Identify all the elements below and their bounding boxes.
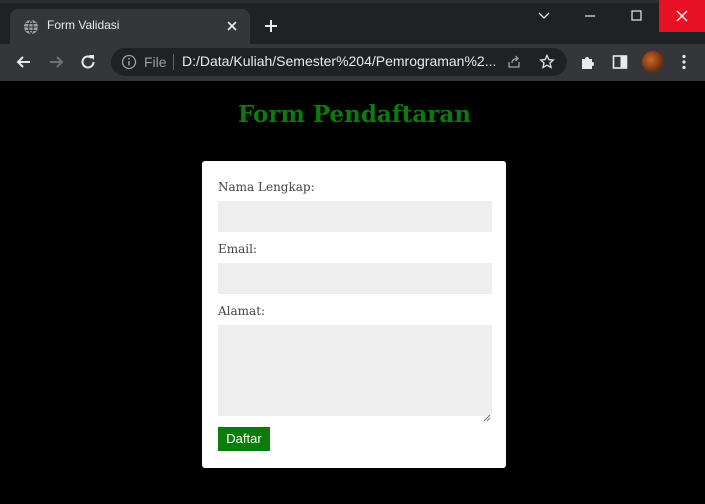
- share-icon[interactable]: [506, 54, 522, 70]
- full-name-input[interactable]: [218, 201, 492, 232]
- url-text[interactable]: D:/Data/Kuliah/Semester%204/Pemrograman%…: [182, 53, 500, 69]
- page-title: Form Pendaftaran: [237, 101, 472, 128]
- submit-button[interactable]: Daftar: [218, 427, 270, 451]
- scheme-label: File: [144, 54, 167, 70]
- globe-icon: [23, 19, 39, 35]
- forward-arrow-icon[interactable]: [47, 53, 65, 71]
- reload-icon[interactable]: [79, 53, 97, 71]
- tab-search-chevron-icon[interactable]: [521, 0, 567, 32]
- page-viewport: Form Pendaftaran Nama Lengkap: Email: Al…: [0, 81, 705, 504]
- full-name-label: Nama Lengkap:: [218, 180, 315, 194]
- email-input[interactable]: [218, 263, 492, 294]
- browser-tab[interactable]: Form Validasi: [10, 9, 250, 44]
- email-label: Email:: [218, 242, 258, 256]
- side-panel-icon[interactable]: [611, 53, 629, 71]
- info-icon[interactable]: [121, 54, 137, 70]
- close-tab-icon[interactable]: [224, 18, 240, 34]
- kebab-menu-icon[interactable]: [675, 53, 693, 71]
- extensions-puzzle-icon[interactable]: [579, 53, 597, 71]
- address-textarea[interactable]: [218, 325, 492, 422]
- close-window-icon[interactable]: [659, 0, 705, 32]
- browser-titlebar: Form Validasi: [0, 0, 705, 44]
- browser-toolbar: File D:/Data/Kuliah/Semester%204/Pemrogr…: [0, 44, 705, 81]
- bookmark-star-icon[interactable]: [539, 53, 555, 70]
- tab-title: Form Validasi: [47, 18, 120, 32]
- resize-grip-icon[interactable]: [483, 407, 491, 422]
- registration-form: Nama Lengkap: Email: Alamat: Daftar: [202, 161, 506, 468]
- back-arrow-icon[interactable]: [15, 53, 33, 71]
- address-divider: [173, 54, 174, 70]
- profile-avatar[interactable]: [642, 51, 664, 73]
- address-bar[interactable]: File D:/Data/Kuliah/Semester%204/Pemrogr…: [111, 48, 567, 76]
- address-label: Alamat:: [218, 304, 266, 318]
- minimize-icon[interactable]: [567, 0, 613, 32]
- maximize-icon[interactable]: [613, 0, 659, 32]
- new-tab-icon[interactable]: [262, 17, 280, 35]
